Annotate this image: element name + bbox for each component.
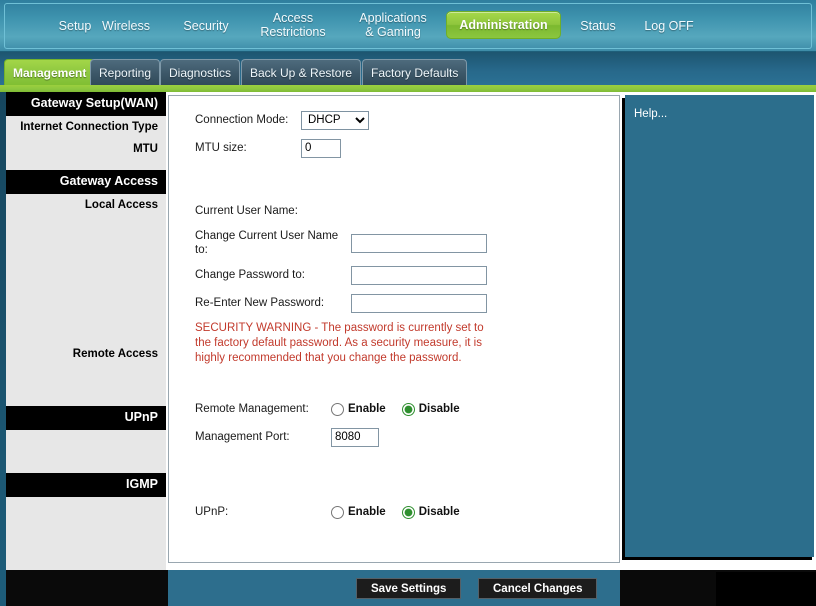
management-port-input[interactable] bbox=[331, 427, 379, 447]
upnp-enable-label: Enable bbox=[348, 506, 386, 518]
label-remote-management: Remote Management: bbox=[195, 403, 309, 415]
reenter-password-input[interactable] bbox=[351, 293, 487, 313]
divider-1 bbox=[195, 168, 601, 169]
page-body: Gateway Setup(WAN) Internet Connection T… bbox=[0, 92, 816, 594]
footer-button-bar: Save Settings Cancel Changes bbox=[168, 570, 620, 606]
sub-tab-reporting[interactable]: Reporting bbox=[90, 59, 161, 85]
remote-management-enable-radio[interactable] bbox=[331, 402, 344, 416]
upnp-radio-group: Enable Disable bbox=[331, 505, 460, 519]
row-remote-management: Remote Management: Enable Disable bbox=[195, 399, 601, 419]
footer-bar: Save Settings Cancel Changes bbox=[0, 570, 816, 606]
nav-item-security[interactable]: Security bbox=[168, 19, 244, 33]
row-change-password: Change Password to: bbox=[195, 265, 601, 285]
sub-tab-diagnostics[interactable]: Diagnostics bbox=[160, 59, 241, 85]
row-current-user-name: Current User Name: bbox=[195, 201, 601, 221]
router-admin-page: Setup Wireless Security Access Restrictions… bbox=[0, 0, 816, 606]
divider-4 bbox=[195, 536, 601, 537]
label-change-password: Change Password to: bbox=[195, 269, 305, 281]
main-navigation-bar: Setup Wireless Security Access Restrictions… bbox=[0, 0, 816, 52]
remote-management-enable-option[interactable]: Enable bbox=[331, 402, 386, 416]
nav-item-access-restrictions[interactable]: Access Restrictions bbox=[246, 11, 340, 39]
row-reenter-password: Re-Enter New Password: bbox=[195, 293, 601, 313]
main-content-panel: Connection Mode: DHCPStatic IPPPPoEPPTPL… bbox=[168, 95, 620, 594]
remote-management-enable-label: Enable bbox=[348, 403, 386, 415]
save-settings-button[interactable]: Save Settings bbox=[356, 578, 462, 599]
label-upnp: UPnP: bbox=[195, 506, 229, 518]
sidebar-item-remote-access[interactable]: Remote Access bbox=[6, 343, 166, 365]
sidebar: Gateway Setup(WAN) Internet Connection T… bbox=[6, 92, 166, 570]
help-panel: Help... bbox=[625, 95, 814, 557]
sidebar-header-upnp: UPnP bbox=[6, 406, 166, 430]
row-management-port: Management Port: bbox=[195, 427, 601, 447]
row-change-user-name: Change Current User Name to: bbox=[195, 229, 601, 257]
upnp-disable-option[interactable]: Disable bbox=[401, 505, 460, 519]
sub-tab-factory-defaults[interactable]: Factory Defaults bbox=[362, 59, 468, 85]
upnp-disable-radio[interactable] bbox=[401, 505, 415, 519]
footer-left-rail bbox=[0, 570, 6, 606]
label-connection-mode: Connection Mode: bbox=[195, 114, 289, 126]
nav-item-administration[interactable]: Administration bbox=[446, 11, 561, 39]
footer-right-block bbox=[716, 572, 816, 606]
row-upnp: UPnP: Enable Disable bbox=[195, 502, 601, 522]
sub-tab-management[interactable]: Management bbox=[4, 59, 96, 85]
row-mtu-size: MTU size: bbox=[195, 138, 601, 158]
sidebar-item-internet-connection-type[interactable]: Internet Connection Type bbox=[6, 116, 166, 138]
nav-item-applications-gaming[interactable]: Applications & Gaming bbox=[346, 11, 440, 39]
mtu-size-input[interactable] bbox=[301, 138, 341, 158]
nav-item-log-off[interactable]: Log OFF bbox=[634, 19, 704, 33]
sidebar-item-local-access[interactable]: Local Access bbox=[6, 194, 166, 216]
sidebar-header-gateway-setup: Gateway Setup(WAN) bbox=[6, 92, 166, 116]
nav-item-wireless[interactable]: Wireless bbox=[88, 19, 164, 33]
remote-management-disable-option[interactable]: Disable bbox=[401, 402, 460, 416]
divider-2 bbox=[195, 380, 601, 381]
upnp-enable-option[interactable]: Enable bbox=[331, 505, 386, 519]
green-accent-bar bbox=[0, 85, 816, 92]
remote-management-radio-group: Enable Disable bbox=[331, 402, 460, 416]
cancel-changes-button[interactable]: Cancel Changes bbox=[478, 578, 598, 599]
upnp-disable-label: Disable bbox=[418, 506, 460, 518]
row-connection-mode: Connection Mode: DHCPStatic IPPPPoEPPTPL… bbox=[195, 110, 601, 130]
label-current-user-name: Current User Name: bbox=[195, 205, 298, 217]
sidebar-header-gateway-access: Gateway Access bbox=[6, 170, 166, 194]
divider-3 bbox=[195, 461, 601, 462]
nav-item-status[interactable]: Status bbox=[566, 19, 630, 33]
label-change-user-name: Change Current User Name to: bbox=[195, 230, 339, 256]
upnp-enable-radio[interactable] bbox=[331, 505, 344, 519]
label-reenter-password: Re-Enter New Password: bbox=[195, 297, 325, 309]
change-user-name-input[interactable] bbox=[351, 233, 487, 253]
help-link[interactable]: Help... bbox=[625, 95, 814, 120]
remote-management-disable-label: Disable bbox=[418, 403, 460, 415]
label-management-port: Management Port: bbox=[195, 431, 290, 443]
security-warning-text: SECURITY WARNING - The password is curre… bbox=[195, 322, 484, 364]
change-password-input[interactable] bbox=[351, 265, 487, 285]
sub-tab-bar: Management Reporting Diagnostics Back Up & … bbox=[0, 52, 816, 85]
sidebar-item-mtu[interactable]: MTU bbox=[6, 138, 166, 160]
sub-tab-back-up-restore[interactable]: Back Up & Restore bbox=[241, 59, 362, 85]
sidebar-header-igmp: IGMP bbox=[6, 473, 166, 497]
remote-management-disable-radio[interactable] bbox=[401, 402, 415, 416]
connection-mode-select[interactable]: DHCPStatic IPPPPoEPPTPL2TP bbox=[301, 110, 369, 130]
label-mtu-size: MTU size: bbox=[195, 142, 247, 154]
